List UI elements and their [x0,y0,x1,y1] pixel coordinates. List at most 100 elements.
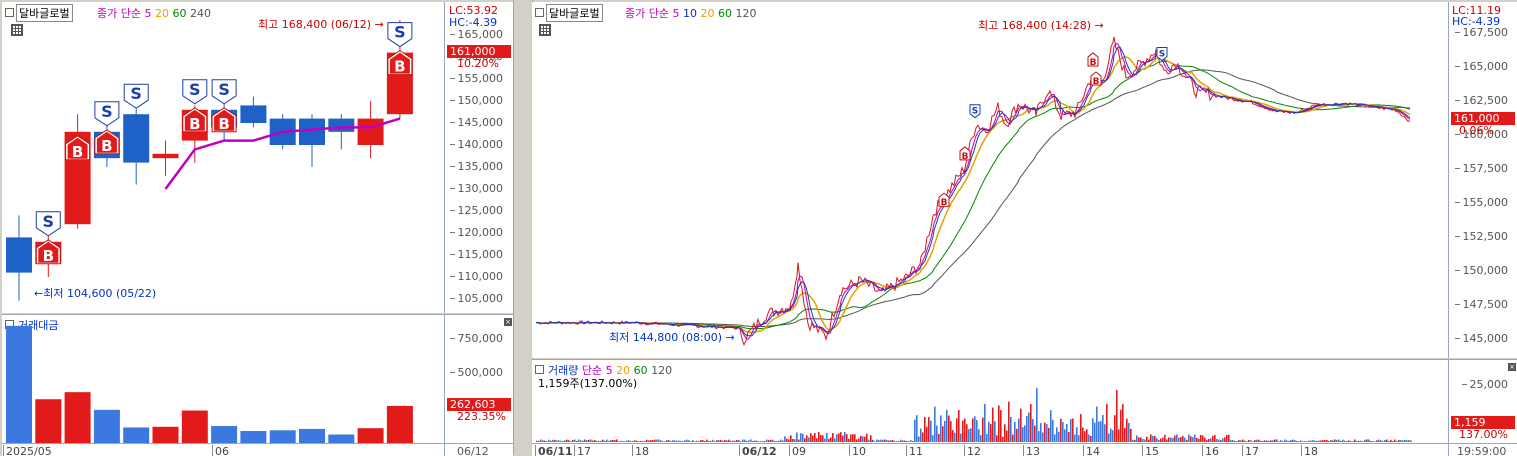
volume-bar [708,441,710,442]
volume-bar [1378,439,1380,442]
left-candle-chart[interactable]: SBBSBS SBSBSB [2,2,444,313]
volume-bar [1248,439,1250,442]
volume-bar [932,435,934,442]
left-volume-pane[interactable]: 거래대금 [2,314,444,443]
sell-signal-label: S [189,80,201,99]
volume-bar [894,441,896,442]
volume-bar [996,435,998,442]
pane-splitter[interactable] [513,0,533,455]
volume-bar [748,440,750,442]
volume-bar [1000,410,1002,442]
volume-bar [994,421,996,442]
volume-bar [582,440,584,442]
volume-bar [1190,436,1192,442]
volume-bar [798,439,800,442]
volume-bar [812,435,814,442]
volume-bar [1350,441,1352,442]
volume-bar [640,441,642,442]
volume-bar [1382,441,1384,442]
volume-bar [1282,441,1284,442]
volume-bar [968,429,970,442]
volume-bar [552,439,554,442]
volume-bar [1078,435,1080,442]
volume-bar [652,440,654,442]
volume-bar [986,434,988,442]
volume-bar [1074,434,1076,442]
volume-bar [1042,432,1044,442]
right-date-axis: 06/11 17 18 06/12 09 10 11 12 13 14 15 16 17 18 [532,443,1448,456]
volume-bar [546,441,548,442]
volume-bar [1266,440,1268,442]
volume-bar [794,439,796,442]
volume-bar [766,439,768,442]
volume-bar [1060,418,1062,442]
right-intraday-chart[interactable]: BBSBBS [532,2,1448,358]
volume-bar [1268,440,1270,442]
volume-tick: 500,000 [449,366,503,379]
volume-bar [874,441,876,442]
volume-bar [1098,421,1100,442]
volume-bar [1364,439,1366,442]
volume-bar [1300,440,1302,442]
volume-bar [876,439,878,442]
volume-bar [1312,440,1314,442]
volume-bar [898,440,900,442]
close-icon[interactable]: × [1508,363,1516,371]
right-volume-pane[interactable]: 거래량 단순 5 20 60 120 1,159주(137.00%) [532,359,1448,444]
volume-bar [1210,438,1212,442]
volume-bar [1398,439,1400,442]
volume-bar [1336,440,1338,442]
candle-body [6,237,32,273]
volume-bar [928,416,930,442]
close-icon[interactable]: × [504,318,512,326]
right-last-change: 0.06% [1459,124,1494,137]
volume-bar [35,399,62,443]
volume-bar [1014,421,1016,442]
volume-bar [592,440,594,442]
volume-bar [1172,437,1174,442]
volume-bar [240,431,267,443]
volume-bar [754,440,756,442]
left-volume-chart [6,325,413,443]
left-date-axis: 2025/05 06 [2,443,444,456]
volume-bar [548,439,550,442]
volume-bar [672,440,674,442]
volume-bar [836,434,838,442]
volume-bar [1194,434,1196,442]
buy-signal-label: B [962,152,969,162]
volume-bar [716,440,718,442]
buy-signal-label: B [941,198,948,208]
volume-bar [1028,412,1030,442]
volume-bar [1044,422,1046,442]
volume-bar [1112,430,1114,442]
volume-bar [670,441,672,442]
volume-bar [790,435,792,442]
volume-bar [1160,438,1162,442]
left-price-pane[interactable]: 달바글로벌 종가 단순 5 20 60 240 최고 168,400 (06/1… [2,2,444,313]
volume-bar [1374,441,1376,442]
right-price-pane[interactable]: 달바글로벌 종가 단순 5 10 20 60 120 최고 168,400 (1… [532,2,1448,358]
volume-bar [211,426,238,443]
price-tick: 147,500 [1454,297,1508,311]
volume-bar [770,439,772,442]
volume-bar [1084,431,1086,442]
volume-bar [1246,441,1248,442]
volume-bar [1030,404,1032,442]
ma20-line [535,56,1411,334]
volume-bar [1024,425,1026,442]
volume-bar [570,441,572,442]
volume-bar [988,421,990,442]
volume-bar [972,418,974,442]
volume-bar [1390,439,1392,442]
price-tick: 165,000 [1454,59,1508,73]
volume-bar [772,439,774,442]
volume-bar [357,428,384,443]
volume-bar [730,440,732,442]
volume-bar [890,440,892,442]
date-label: 12 [964,445,981,456]
volume-bar [872,439,874,442]
volume-bar [1182,435,1184,442]
volume-bar [1008,401,1010,442]
volume-bar [1026,416,1028,442]
volume-bar [574,439,576,442]
